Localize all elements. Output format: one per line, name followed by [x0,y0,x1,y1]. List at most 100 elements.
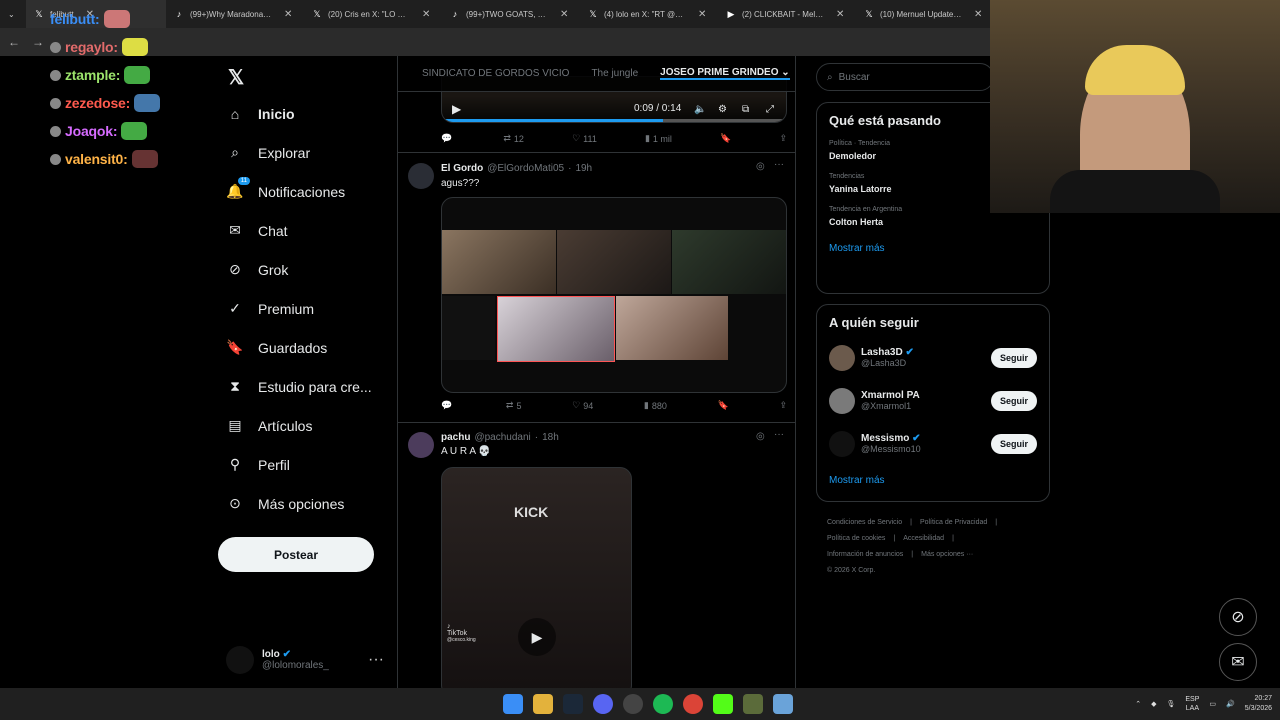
start-icon[interactable] [503,694,523,714]
handle[interactable]: @ElGordoMati05 [487,163,564,174]
follow-suggestion[interactable]: Xmarmol PA @Xmarmol1 Seguir [829,379,1037,422]
browser-tab[interactable]: ♪ (99+)TWO GOATS, CR7 x ✕ [442,0,580,28]
kick-icon[interactable] [713,694,733,714]
like-button[interactable]: ♡ 111 [572,133,597,144]
close-icon[interactable]: ✕ [974,9,982,20]
nav-chat[interactable]: ✉ Chat [218,211,396,250]
nav-more[interactable]: ⊙ Más opciones [218,484,396,523]
steam-icon[interactable] [563,694,583,714]
chevron-up-icon[interactable]: ⌃ [1135,700,1141,708]
footer-link[interactable]: Información de anuncios [827,551,903,558]
footer-link[interactable]: Política de cookies [827,535,885,542]
close-icon[interactable]: ✕ [284,9,292,20]
show-more-follow[interactable]: Mostrar más [829,475,1037,486]
nav-explore[interactable]: ⌕ Explorar [218,133,396,172]
mic-icon[interactable]: 🎙 [1167,700,1176,708]
footer-link[interactable]: Accesibilidad [903,535,944,542]
folder-icon[interactable] [533,694,553,714]
close-icon[interactable]: ✕ [836,9,844,20]
forward-icon[interactable]: → [32,35,44,49]
grok-icon[interactable]: ◎ [756,431,765,442]
follow-suggestion[interactable]: Messismo ✔ @Messismo10 Seguir [829,422,1037,465]
network-icon[interactable]: ▭ [1209,700,1216,708]
share-icon[interactable]: ⇪ [779,400,787,411]
discord-icon[interactable] [593,694,613,714]
notepad-icon[interactable] [773,694,793,714]
like-button[interactable]: ♡ 94 [572,400,593,411]
settings-icon[interactable]: ⚙ [718,104,727,115]
account-switcher[interactable]: lolo ✔ @lolomorales_ ··· [218,638,396,682]
tab-sindicato[interactable]: SINDICATO DE GORDOS VICIO [422,68,569,79]
volume-icon[interactable]: 🔈 [694,104,706,115]
grok-float-button[interactable]: ⊘ [1219,598,1257,636]
video-progress[interactable] [442,119,786,122]
pip-icon[interactable]: ⧉ [742,104,749,115]
nav-profile[interactable]: ⚲ Perfil [218,445,396,484]
close-icon[interactable]: ✕ [422,9,430,20]
reply-button[interactable]: 💬 [441,400,455,411]
fullscreen-icon[interactable]: ⤢ [766,104,774,115]
follow-suggestion[interactable]: Lasha3D ✔ @Lasha3D Seguir [829,336,1037,379]
more-icon[interactable]: ··· [774,429,784,440]
bookmark-icon[interactable]: 🔖 [720,133,731,144]
views-button[interactable]: ▮ 1 mil [645,133,672,144]
browser-tab[interactable]: ▶ (2) CLICKBAIT - Melian (V ✕ [718,0,856,28]
browser-tab[interactable]: 𝕏 (4) lolo en X: "RT @Cacho ✕ [580,0,718,28]
tweet-image[interactable] [441,197,787,393]
x-logo-icon[interactable]: 𝕏 [218,60,396,94]
browser-tab[interactable]: 𝕏 (20) Cris en X: "LO DE QU ✕ [304,0,442,28]
nav-premium[interactable]: ✓ Premium [218,289,396,328]
nav-grok[interactable]: ⊘ Grok [218,250,396,289]
reply-button[interactable]: 💬 [441,133,455,144]
language-indicator[interactable]: ESP LAA [1185,695,1199,713]
play-icon[interactable]: ▶ [452,102,461,116]
post-button[interactable]: Postear [218,537,374,572]
more-icon[interactable]: ··· [774,159,784,170]
nav-notifications[interactable]: 🔔 11 Notificaciones [218,172,396,211]
timestamp[interactable]: 18h [542,432,559,443]
footer-link[interactable]: © 2026 X Corp. [827,567,875,574]
close-icon[interactable]: ✕ [698,9,706,20]
footer-link[interactable]: Política de Privacidad [920,519,987,526]
app-icon[interactable] [743,694,763,714]
avatar[interactable] [408,163,434,189]
display-name[interactable]: El Gordo [441,163,483,174]
volume-icon[interactable]: 🔊 [1226,700,1235,708]
search-input[interactable]: ⌕ Buscar [816,63,994,91]
messages-float-button[interactable]: ✉ [1219,643,1257,681]
close-icon[interactable]: ✕ [560,9,568,20]
footer-link[interactable]: Más opciones ··· [921,551,973,558]
retweet-button[interactable]: ⇄ 5 [506,400,522,411]
grok-icon[interactable]: ◎ [756,161,765,172]
follow-button[interactable]: Seguir [990,433,1037,454]
follow-button[interactable]: Seguir [990,390,1037,411]
tweet-video[interactable]: KICK ♪ TikTok @cesco.king ▶ [441,467,632,688]
chrome-icon[interactable] [683,694,703,714]
play-button[interactable]: ▶ [518,618,556,656]
browser-tab[interactable]: 𝕏 (10) Mernuel Updates en ✕ [856,0,994,28]
avatar[interactable] [408,432,434,458]
app-icon[interactable] [623,694,643,714]
nav-bookmarks[interactable]: 🔖 Guardados [218,328,396,367]
tab-the-jungle[interactable]: The jungle [591,68,638,79]
footer-link[interactable]: Condiciones de Servicio [827,519,902,526]
tweet[interactable]: pachu @pachudani · 18h ◎ ··· A U R A 💀 K… [398,423,795,688]
tab-joseo[interactable]: JOSEO PRIME GRINDEO ⌄ [660,67,790,80]
nav-articles[interactable]: ▤ Artículos [218,406,396,445]
follow-button[interactable]: Seguir [990,347,1037,368]
nav-home[interactable]: ⌂ Inicio [218,94,396,133]
show-more-trends[interactable]: Mostrar más [829,243,1037,254]
nav-studio[interactable]: ⧗ Estudio para cre... [218,367,396,406]
share-icon[interactable]: ⇪ [779,133,787,144]
handle[interactable]: @pachudani [474,432,530,443]
timestamp[interactable]: 19h [575,163,592,174]
views-button[interactable]: ▮ 880 [644,400,667,411]
more-icon[interactable]: ··· [368,651,384,669]
tweet[interactable]: El Gordo @ElGordoMati05 · 19h ◎ ··· agus… [398,153,795,423]
back-icon[interactable]: ← [8,35,20,49]
security-icon[interactable]: ◆ [1151,700,1156,708]
tab-list-button[interactable]: ⌄ [0,0,26,28]
retweet-button[interactable]: ⇄ 12 [503,133,524,144]
clock[interactable]: 20:27 5/3/2026 [1245,694,1272,714]
display-name[interactable]: pachu [441,432,470,443]
